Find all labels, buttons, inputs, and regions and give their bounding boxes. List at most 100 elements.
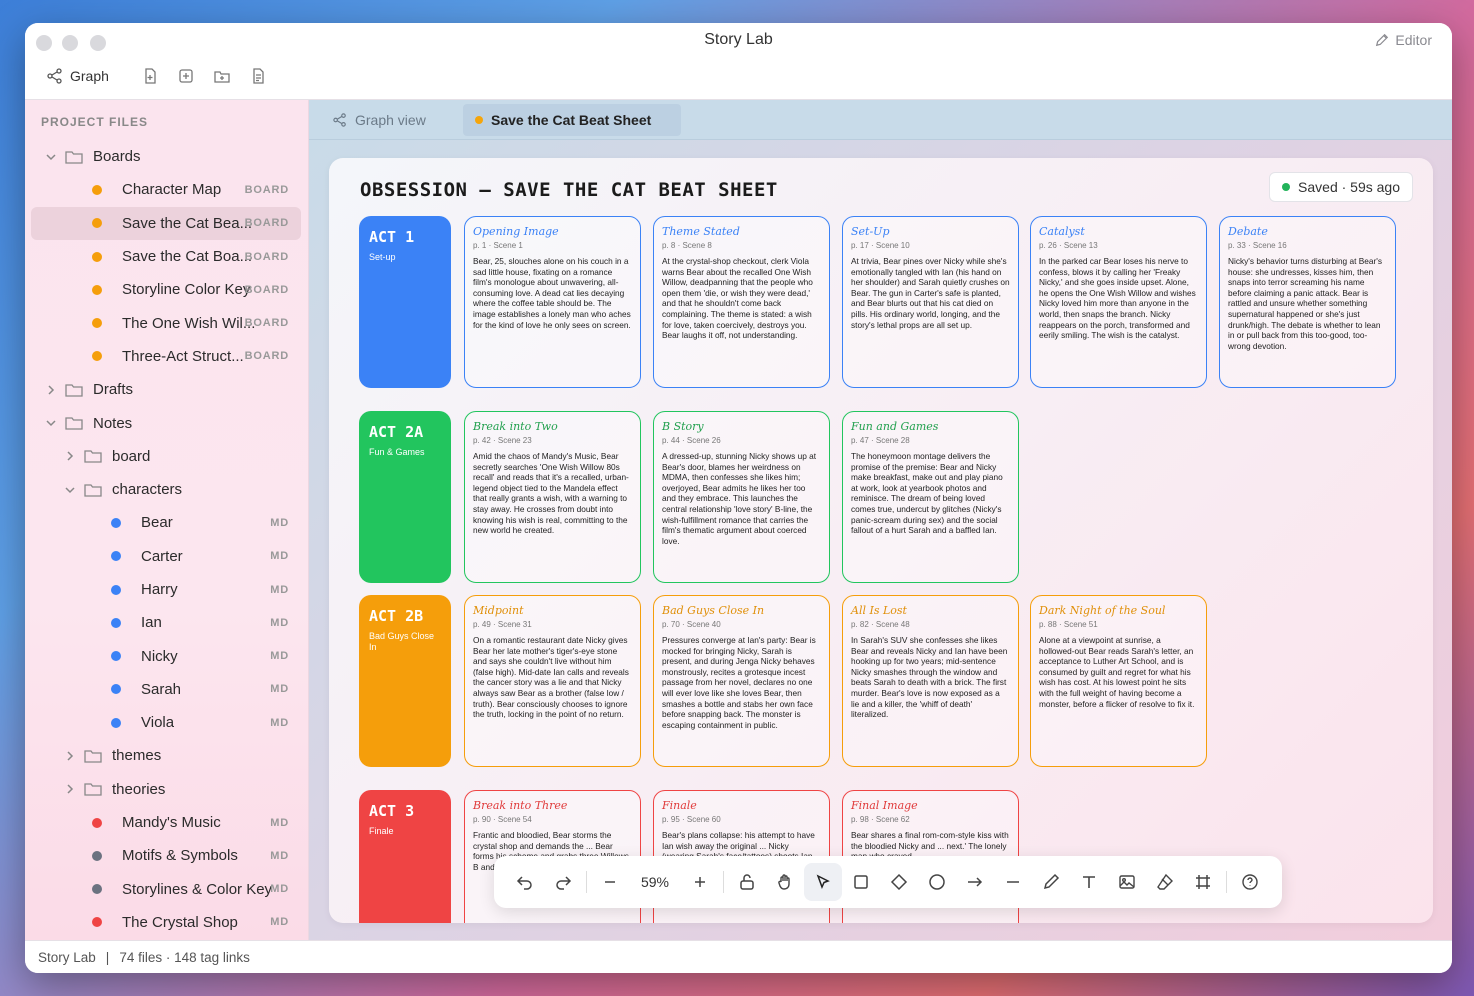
text-tool-button[interactable]: [1070, 863, 1108, 901]
diamond-tool-button[interactable]: [880, 863, 918, 901]
folder-row[interactable]: Boards: [31, 140, 301, 173]
beat-card[interactable]: Dark Night of the Soul p. 88 · Scene 51 Al…: [1030, 595, 1207, 767]
file-color-dot: [111, 651, 121, 662]
act-card[interactable]: ACT 2A Fun & Games: [359, 411, 451, 583]
chevron-down-icon[interactable]: [45, 417, 57, 429]
file-row[interactable]: Carter MD: [31, 540, 301, 573]
file-row[interactable]: The One Wish Wil... BOARD: [31, 306, 301, 339]
zoom-in-button[interactable]: [681, 863, 719, 901]
help-icon: [1242, 874, 1258, 890]
beat-card[interactable]: Catalyst p. 26 · Scene 13 In the parked ca…: [1030, 216, 1207, 388]
folder-row[interactable]: theories: [31, 773, 301, 806]
folder-row[interactable]: Notes: [31, 406, 301, 439]
tab-bar: Graph view Save the Cat Beat Sheet: [309, 100, 1452, 140]
beat-card[interactable]: Bad Guys Close In p. 70 · Scene 40 Pressur…: [653, 595, 830, 767]
select-tool-button[interactable]: [804, 863, 842, 901]
act-card[interactable]: ACT 3 Finale: [359, 790, 451, 923]
file-row[interactable]: Storyline Color Key BOARD: [31, 273, 301, 306]
file-row[interactable]: Storylines & Color Key MD: [31, 873, 301, 906]
tab-beat-sheet[interactable]: Save the Cat Beat Sheet: [463, 104, 681, 136]
row-label: Save the Cat Boa...: [122, 248, 253, 266]
file-row[interactable]: Motifs & Symbols MD: [31, 839, 301, 872]
chevron-right-icon[interactable]: [64, 783, 76, 795]
image-tool-button[interactable]: [1108, 863, 1146, 901]
rectangle-tool-button[interactable]: [842, 863, 880, 901]
ellipse-tool-button[interactable]: [918, 863, 956, 901]
zoom-out-button[interactable]: [591, 863, 629, 901]
arrow-tool-button[interactable]: [956, 863, 994, 901]
beat-meta: p. 8 · Scene 8: [662, 241, 712, 250]
line-tool-button[interactable]: [994, 863, 1032, 901]
file-row[interactable]: Three-Act Struct... BOARD: [31, 340, 301, 373]
folder-row[interactable]: Drafts: [31, 373, 301, 406]
beat-card[interactable]: Break into Two p. 42 · Scene 23 Amid the c…: [464, 411, 641, 583]
chevron-down-icon[interactable]: [45, 151, 57, 163]
text-icon: [1083, 876, 1095, 888]
row-label: The Crystal Shop: [122, 913, 238, 931]
file-row[interactable]: The Crystal Shop MD: [31, 906, 301, 939]
beat-sheet-board[interactable]: OBSESSION — SAVE THE CAT BEAT SHEET Save…: [329, 158, 1433, 923]
file-type-tag: MD: [270, 849, 289, 862]
chevron-right-icon[interactable]: [45, 384, 57, 396]
beat-card[interactable]: Fun and Games p. 47 · Scene 28 The honeymo…: [842, 411, 1019, 583]
file-row[interactable]: Character Map BOARD: [31, 173, 301, 206]
beat-card[interactable]: Midpoint p. 49 · Scene 31 On a romantic re…: [464, 595, 641, 767]
folder-row[interactable]: characters: [31, 473, 301, 506]
beat-meta: p. 17 · Scene 10: [851, 241, 910, 250]
act-title: ACT 1: [369, 228, 415, 246]
eraser-icon: [1157, 873, 1173, 890]
file-row[interactable]: Bear MD: [31, 506, 301, 539]
file-row[interactable]: Sarah MD: [31, 673, 301, 706]
file-row[interactable]: Save the Cat Bea... BOARD: [31, 206, 301, 240]
document-icon[interactable]: [249, 67, 267, 85]
act-card[interactable]: ACT 2B Bad Guys Close In: [359, 595, 451, 767]
folder-row[interactable]: themes: [31, 739, 301, 772]
graph-button[interactable]: Graph: [47, 68, 109, 84]
file-row[interactable]: Harry MD: [31, 573, 301, 606]
frame-tool-button[interactable]: [1184, 863, 1222, 901]
file-row[interactable]: Save the Cat Boa... BOARD: [31, 240, 301, 273]
frame-icon: [1196, 875, 1210, 889]
chevron-down-icon[interactable]: [64, 484, 76, 496]
beat-meta: p. 98 · Scene 62: [851, 815, 910, 824]
hand-tool-button[interactable]: [766, 863, 804, 901]
canvas-area[interactable]: OBSESSION — SAVE THE CAT BEAT SHEET Save…: [309, 140, 1452, 940]
beat-card[interactable]: All Is Lost p. 82 · Scene 48 In Sarah's SU…: [842, 595, 1019, 767]
undo-button[interactable]: [506, 863, 544, 901]
editor-button[interactable]: Editor: [1375, 32, 1432, 48]
row-label: Nicky: [141, 647, 178, 665]
file-row[interactable]: Ian MD: [31, 606, 301, 639]
eraser-tool-button[interactable]: [1146, 863, 1184, 901]
beat-text: A dressed-up, stunning Nicky shows up at…: [662, 451, 817, 546]
beat-meta: p. 33 · Scene 16: [1228, 241, 1287, 250]
new-folder-icon[interactable]: [213, 67, 231, 85]
beat-meta: p. 95 · Scene 60: [662, 815, 721, 824]
file-row[interactable]: Mandy's Music MD: [31, 806, 301, 839]
beat-card[interactable]: Set-Up p. 17 · Scene 10 At trivia, Bear pi…: [842, 216, 1019, 388]
help-button[interactable]: [1231, 863, 1269, 901]
new-file-icon[interactable]: [141, 67, 159, 85]
lock-button[interactable]: [728, 863, 766, 901]
beat-card[interactable]: Opening Image p. 1 · Scene 1 Bear, 25, slo…: [464, 216, 641, 388]
act-card[interactable]: ACT 1 Set-up: [359, 216, 451, 388]
file-color-dot: [111, 717, 121, 728]
new-board-icon[interactable]: [177, 67, 195, 85]
redo-button[interactable]: [544, 863, 582, 901]
beat-meta: p. 82 · Scene 48: [851, 620, 910, 629]
file-row[interactable]: Nicky MD: [31, 639, 301, 672]
tab-graph-view[interactable]: Graph view: [321, 104, 438, 136]
file-row[interactable]: Viola MD: [31, 706, 301, 739]
row-label: characters: [112, 481, 183, 499]
beat-card[interactable]: Debate p. 33 · Scene 16 Nicky's behavior t…: [1219, 216, 1396, 388]
beat-card[interactable]: B Story p. 44 · Scene 26 A dressed-up, stu…: [653, 411, 830, 583]
app-title: Story Lab: [704, 31, 773, 48]
draw-tool-button[interactable]: [1032, 863, 1070, 901]
beat-card[interactable]: Theme Stated p. 8 · Scene 8 At the crystal…: [653, 216, 830, 388]
status-separator: |: [105, 949, 110, 965]
chevron-right-icon[interactable]: [64, 450, 76, 462]
beat-text: Nicky's behavior turns disturbing at Bea…: [1228, 256, 1382, 351]
folder-row[interactable]: board: [31, 440, 301, 473]
beat-text: Bear, 25, slouches alone on his couch in…: [473, 256, 631, 330]
chevron-right-icon[interactable]: [64, 750, 76, 762]
beat-text: At the crystal-shop checkout, clerk Viol…: [662, 256, 813, 341]
